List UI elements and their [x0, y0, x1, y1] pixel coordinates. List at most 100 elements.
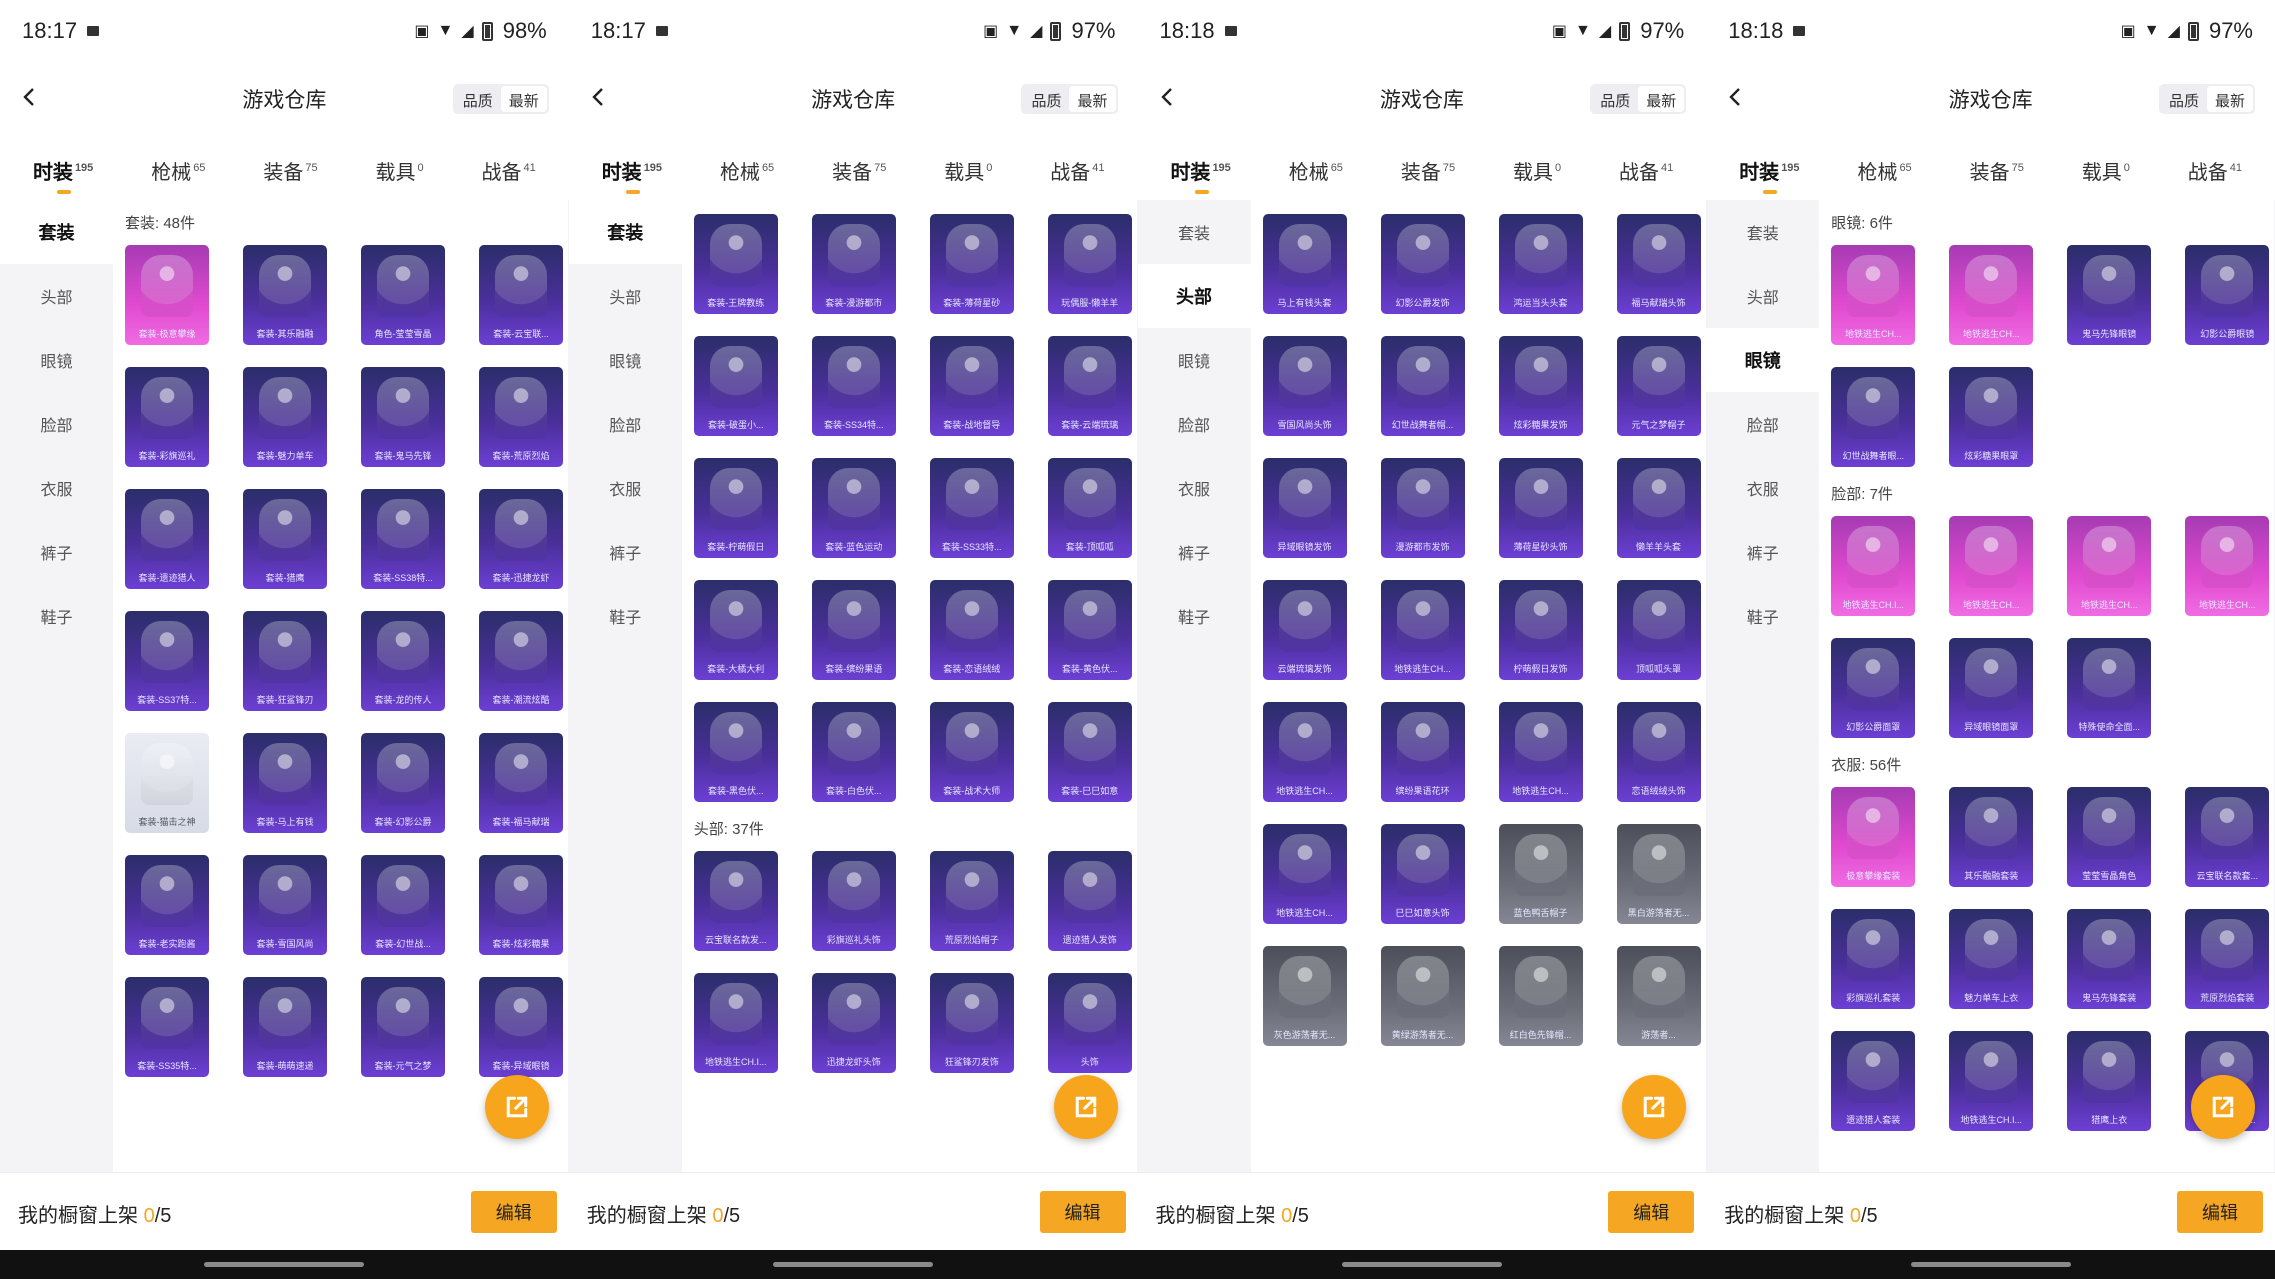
- sidebar-item-0[interactable]: 套装: [0, 200, 113, 264]
- item-card[interactable]: 套装-缤纷果语: [811, 580, 896, 680]
- item-card[interactable]: 鬼马先锋套装: [2067, 909, 2152, 1009]
- item-card[interactable]: 套装-恋语绒绒: [929, 580, 1014, 680]
- item-card[interactable]: 套装-白色伏...: [811, 702, 896, 802]
- sidebar-item-2[interactable]: 眼镜: [1138, 328, 1251, 392]
- tab-2[interactable]: 装备 75: [832, 136, 886, 200]
- item-card[interactable]: 福马献瑞头饰: [1616, 214, 1701, 314]
- item-card[interactable]: 红白色先锋帽...: [1498, 946, 1583, 1046]
- item-card[interactable]: 地铁逃生CH...: [1380, 580, 1465, 680]
- share-button[interactable]: [2191, 1075, 2255, 1139]
- item-card[interactable]: 迅捷龙虾头饰: [811, 973, 896, 1073]
- sidebar-item-4[interactable]: 衣服: [1138, 456, 1251, 520]
- sidebar-item-5[interactable]: 裤子: [1138, 520, 1251, 584]
- item-card[interactable]: 异域眼镜发饰: [1262, 458, 1347, 558]
- item-card[interactable]: 套装-元气之梦: [361, 977, 445, 1077]
- item-card[interactable]: 地铁逃生CH...: [2185, 516, 2270, 616]
- tab-4[interactable]: 战备 41: [481, 136, 535, 200]
- item-card[interactable]: 套装-狂鲨锋刃: [243, 611, 327, 711]
- item-card[interactable]: 地铁逃生CH.I...: [1949, 1031, 2034, 1131]
- item-card[interactable]: 地铁逃生CH...: [1498, 702, 1583, 802]
- item-card[interactable]: 套装-彩旗巡礼: [125, 367, 209, 467]
- sort-quality-button[interactable]: 品质: [2161, 86, 2207, 112]
- sidebar-item-2[interactable]: 眼镜: [1706, 328, 1820, 392]
- item-card[interactable]: 漫游都市发饰: [1380, 458, 1465, 558]
- tab-0[interactable]: 时装 195: [602, 136, 662, 200]
- item-grid-area[interactable]: 眼镜: 6件 地铁逃生CH... 地铁逃生CH... 鬼马先锋眼镜 幻影公爵眼镜 幻世战舞…: [1819, 200, 2275, 1172]
- item-card[interactable]: 恋语绒绒头饰: [1616, 702, 1701, 802]
- item-card[interactable]: 特殊使命全面...: [2067, 638, 2152, 738]
- edit-button[interactable]: 编辑: [2177, 1191, 2263, 1233]
- tab-2[interactable]: 装备 75: [1970, 136, 2024, 200]
- item-card[interactable]: 灰色游荡者无...: [1262, 946, 1347, 1046]
- item-card[interactable]: 套装-云端琉璃: [1047, 336, 1132, 436]
- item-card[interactable]: 套装-福马献瑞: [479, 733, 563, 833]
- sidebar-item-3[interactable]: 脸部: [0, 392, 113, 456]
- item-card[interactable]: 套装-柠萌假日: [693, 458, 778, 558]
- item-card[interactable]: 角色-莹莹雪晶: [361, 245, 445, 345]
- tab-1[interactable]: 枪械 65: [720, 136, 774, 200]
- sort-quality-button[interactable]: 品质: [1023, 86, 1069, 112]
- tab-2[interactable]: 装备 75: [1401, 136, 1455, 200]
- sort-latest-button[interactable]: 最新: [1638, 86, 1685, 112]
- item-card[interactable]: 套装-战术大师: [929, 702, 1014, 802]
- item-card[interactable]: 套装-破蛋小...: [693, 336, 778, 436]
- item-card[interactable]: 套装-猎鹰: [243, 489, 327, 589]
- item-card[interactable]: 套装-炫彩糖果: [479, 855, 563, 955]
- item-card[interactable]: 套装-SS35特...: [125, 977, 209, 1077]
- tab-0[interactable]: 时装 195: [1170, 136, 1231, 200]
- item-card[interactable]: 幻影公爵面罩: [1831, 638, 1916, 738]
- sidebar-item-1[interactable]: 头部: [1137, 264, 1251, 328]
- tab-0[interactable]: 时装 195: [33, 136, 93, 200]
- sidebar-item-4[interactable]: 衣服: [1706, 456, 1819, 520]
- tab-1[interactable]: 枪械 65: [1857, 136, 1911, 200]
- item-card[interactable]: 套装-魅力单车: [243, 367, 327, 467]
- item-card[interactable]: 柠萌假日发饰: [1498, 580, 1583, 680]
- item-card[interactable]: 套装-异域眼镜: [479, 977, 563, 1077]
- sort-quality-button[interactable]: 品质: [1592, 86, 1638, 112]
- edit-button[interactable]: 编辑: [1608, 1191, 1695, 1233]
- item-card[interactable]: 雪国风尚头饰: [1262, 336, 1347, 436]
- item-card[interactable]: 幻世战舞者眼...: [1831, 367, 1916, 467]
- item-card[interactable]: 狂鲨锋刃发饰: [929, 973, 1014, 1073]
- item-card[interactable]: 极意攀缘套装: [1831, 787, 1916, 887]
- sidebar-item-5[interactable]: 裤子: [1706, 520, 1819, 584]
- tab-4[interactable]: 战备 41: [2188, 136, 2242, 200]
- item-card[interactable]: 套装-薄荷星砂: [929, 214, 1014, 314]
- sidebar-item-0[interactable]: 套装: [1706, 200, 1819, 264]
- item-card[interactable]: 地铁逃生CH...: [2067, 516, 2152, 616]
- item-card[interactable]: 荒原烈焰套装: [2185, 909, 2270, 1009]
- item-card[interactable]: 套装-幻世战...: [361, 855, 445, 955]
- item-card[interactable]: 地铁逃生CH.I...: [693, 973, 778, 1073]
- item-card[interactable]: 鸿运当头头套: [1498, 214, 1583, 314]
- item-card[interactable]: 套装-蓝色运动: [811, 458, 896, 558]
- sort-latest-button[interactable]: 最新: [500, 86, 547, 112]
- item-card[interactable]: 薄荷星砂头饰: [1498, 458, 1583, 558]
- item-card[interactable]: 套装-龙的传人: [361, 611, 445, 711]
- tab-0[interactable]: 时装 195: [1739, 136, 1800, 200]
- item-card[interactable]: 地铁逃生CH...: [1949, 245, 2034, 345]
- item-card[interactable]: 套装-大橘大利: [693, 580, 778, 680]
- item-card[interactable]: 幻影公爵发饰: [1380, 214, 1465, 314]
- item-card[interactable]: 鬼马先锋眼镜: [2067, 245, 2152, 345]
- item-card[interactable]: 套装-雪国风尚: [243, 855, 327, 955]
- item-grid-area[interactable]: 马上有钱头套 幻影公爵发饰 鸿运当头头套 福马献瑞头饰 雪国风尚头饰 幻世战舞者帽... 炫…: [1250, 200, 1706, 1172]
- item-card[interactable]: 套装-其乐融融: [243, 245, 327, 345]
- item-card[interactable]: 套装-极意攀缘: [125, 245, 209, 345]
- item-card[interactable]: 缤纷果语花环: [1380, 702, 1465, 802]
- sidebar-item-2[interactable]: 眼镜: [0, 328, 113, 392]
- item-card[interactable]: 懒羊羊头套: [1616, 458, 1701, 558]
- item-card[interactable]: 云宝联名款套...: [2185, 787, 2270, 887]
- item-card[interactable]: 彩旗巡礼头饰: [811, 851, 896, 951]
- item-card[interactable]: 其乐融融套装: [1949, 787, 2034, 887]
- item-card[interactable]: 莹莹雪晶角色: [2067, 787, 2152, 887]
- tab-3[interactable]: 载具 0: [375, 136, 423, 200]
- item-card[interactable]: 彩旗巡礼套装: [1831, 909, 1916, 1009]
- sidebar-item-5[interactable]: 裤子: [0, 520, 113, 584]
- item-card[interactable]: 套装-王牌教练: [693, 214, 778, 314]
- share-button[interactable]: [1053, 1075, 1118, 1139]
- tab-1[interactable]: 枪械 65: [151, 136, 205, 200]
- item-card[interactable]: 黄绿游荡者无...: [1380, 946, 1465, 1046]
- item-card[interactable]: 套装-遗迹猎人: [125, 489, 209, 589]
- item-card[interactable]: 套装-马上有钱: [243, 733, 327, 833]
- item-card[interactable]: 炫彩糖果发饰: [1498, 336, 1583, 436]
